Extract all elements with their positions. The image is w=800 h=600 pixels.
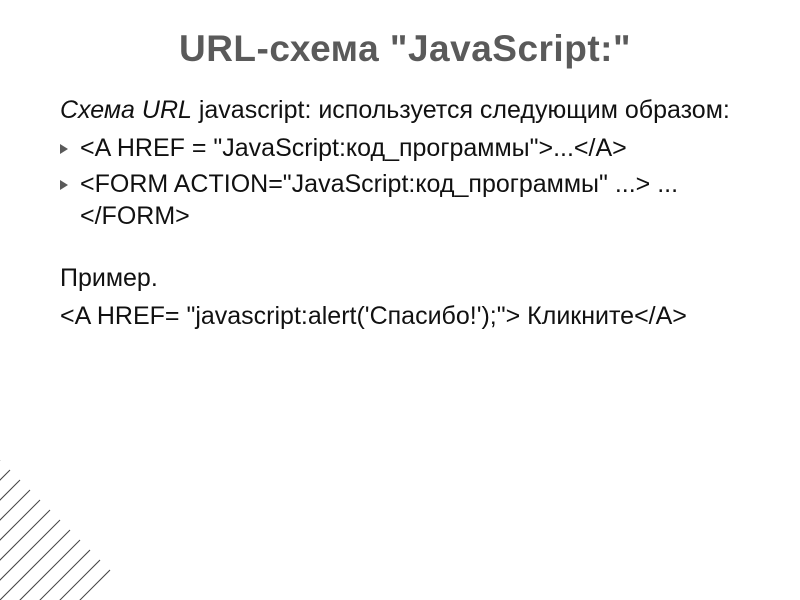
- slide-title: URL-схема "JavaScript:": [60, 28, 750, 70]
- example-code: <A HREF= "javascript:alert('Спасибо!');"…: [60, 300, 750, 332]
- bullet-text: <A HREF = "JavaScript:код_программы">...…: [80, 134, 627, 162]
- bullet-item: <A HREF = "JavaScript:код_программы">...…: [60, 132, 750, 164]
- spacer: [60, 236, 750, 262]
- slide-body: Схема URL javascript: используется следу…: [60, 94, 750, 332]
- bullet-item: <FORM ACTION="JavaScript:код_программы" …: [60, 168, 750, 232]
- intro-rest: javascript: используется следующим образ…: [192, 96, 730, 124]
- example-label: Пример.: [60, 262, 750, 294]
- intro-lead-italic: Схема URL: [60, 96, 192, 124]
- corner-hatch-decoration: [0, 380, 300, 600]
- bullet-text: <FORM ACTION="JavaScript:код_программы" …: [80, 170, 678, 230]
- slide: URL-схема "JavaScript:" Схема URL javasc…: [0, 0, 800, 600]
- intro-line: Схема URL javascript: используется следу…: [60, 94, 750, 126]
